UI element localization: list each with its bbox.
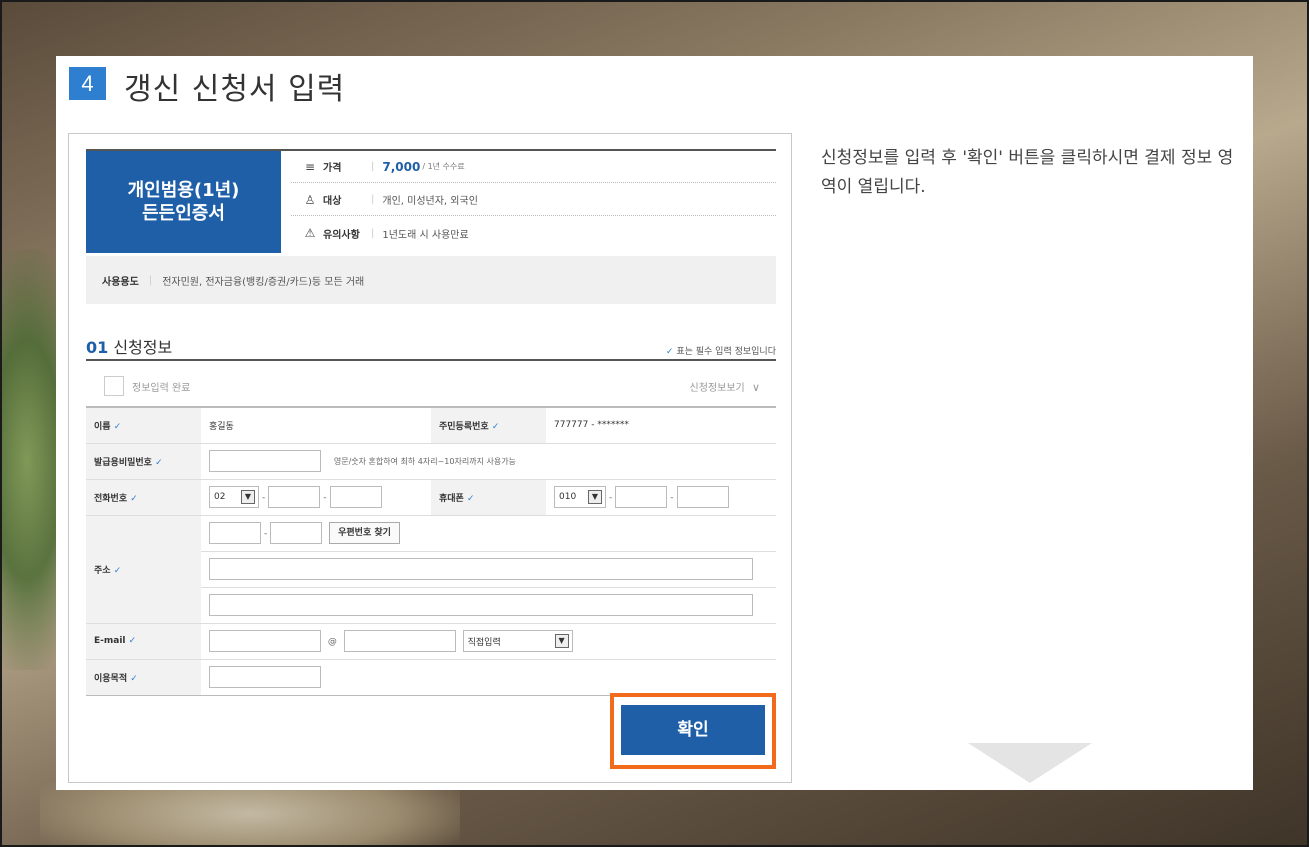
notice-value: 1년도래 시 사용만료: [382, 229, 469, 241]
info-complete-row: 정보입력 완료 신청정보보기 ∨: [86, 368, 776, 404]
product-name-box: 개인범용(1년) 든든인증서: [86, 151, 281, 253]
mobile-middle-input[interactable]: [615, 486, 668, 508]
down-arrow-icon: [968, 743, 1092, 783]
check-icon: ✓: [130, 673, 138, 684]
chevron-down-icon: ∨: [751, 380, 760, 394]
email-domain-select[interactable]: 직접입력 ▼: [462, 630, 573, 652]
chevron-down-icon: ▼: [241, 490, 255, 504]
phone-label: 전화번호: [94, 493, 128, 504]
table-row: E-mail ✓ @ 직접입력 ▼: [86, 622, 776, 659]
table-row: 주소 ✓ - 우편번호 찾기: [86, 514, 776, 623]
person-icon: ♙: [304, 192, 316, 207]
zip-first-input[interactable]: [209, 522, 261, 544]
usage-bar: 사용용도 | 전자민원, 전자금융(뱅킹/증권/카드)등 모든 거래: [86, 256, 776, 304]
check-icon: ✓: [130, 493, 138, 504]
check-icon: ✓: [128, 636, 137, 646]
product-name-line1: 개인범용(1년): [127, 180, 240, 201]
mobile-last-input[interactable]: [676, 486, 729, 508]
address-line2-input[interactable]: [209, 594, 753, 616]
target-row: ♙ 대상 | 개인, 미성년자, 외국인: [291, 184, 776, 216]
password-input[interactable]: [209, 450, 321, 472]
target-label: 대상: [323, 196, 342, 207]
address-line1-input[interactable]: [209, 558, 753, 580]
view-info-toggle[interactable]: 신청정보보기 ∨: [690, 379, 760, 394]
price-icon: ≡: [304, 159, 316, 174]
check-icon: ✓: [155, 457, 163, 468]
name-value: 홍길동: [201, 406, 431, 443]
step-number-badge: 4: [69, 67, 106, 100]
confirm-button[interactable]: 확인: [621, 705, 765, 755]
product-info: 개인범용(1년) 든든인증서 ≡ 가격 | 7,000 / 1년 수수료 ♙ 대…: [86, 149, 776, 253]
target-value: 개인, 미성년자, 외국인: [382, 196, 478, 207]
required-note: ✓ 표는 필수 입력 정보입니다: [665, 347, 776, 357]
info-complete-label: 정보입력 완료: [132, 382, 191, 394]
section-divider: [86, 359, 776, 361]
purpose-input[interactable]: [209, 666, 321, 688]
rrn-value: 777777 - *******: [546, 406, 776, 443]
table-row: 이용목적 ✓: [86, 658, 776, 696]
check-icon: ✓: [665, 347, 674, 357]
price-label: 가격: [323, 163, 342, 174]
purpose-label: 이용목적: [94, 673, 128, 684]
zip-search-button[interactable]: 우편번호 찾기: [329, 522, 400, 544]
usage-value: 전자민원, 전자금융(뱅킹/증권/카드)등 모든 거래: [162, 276, 365, 288]
section-title-text: 신청정보: [113, 338, 173, 357]
table-row: 전화번호 ✓ 02 ▼ - - 휴대폰 ✓ 010 ▼ - -: [86, 478, 776, 515]
password-help: 영문/숫자 혼합하여 최하 4자리~10자리까지 사용가능: [333, 456, 516, 466]
check-icon: ✓: [113, 421, 122, 432]
section-number: 01: [86, 338, 109, 357]
mobile-label: 휴대폰: [439, 493, 464, 504]
table-row: 이름 ✓ 홍길동 주민등록번호 ✓ 777777 - *******: [86, 406, 776, 443]
guide-panel: 4 갱신 신청서 입력 개인범용(1년) 든든인증서 ≡ 가격 | 7,000 …: [56, 56, 1253, 790]
notice-label: 유의사항: [323, 229, 360, 241]
notice-row: ⚠ 유의사항 | 1년도래 시 사용만료: [304, 226, 469, 241]
table-row: 발급용비밀번호 ✓ 영문/숫자 혼합하여 최하 4자리~10자리까지 사용가능: [86, 442, 776, 479]
product-name-line2: 든든인증서: [142, 203, 225, 224]
phone-middle-input[interactable]: [268, 486, 321, 508]
phone-area-select[interactable]: 02 ▼: [209, 486, 259, 508]
chevron-down-icon: ▼: [554, 634, 569, 648]
email-id-input[interactable]: [209, 630, 321, 652]
step-description: 신청정보를 입력 후 '확인' 버튼을 클릭하시면 결제 정보 영역이 열립니다…: [821, 148, 1234, 197]
email-label: E-mail: [94, 636, 126, 646]
check-icon: ✓: [113, 565, 122, 576]
usage-label: 사용용도: [102, 276, 139, 288]
section-title: 01 신청정보: [86, 334, 172, 358]
screenshot-frame: 개인범용(1년) 든든인증서 ≡ 가격 | 7,000 / 1년 수수료 ♙ 대…: [68, 133, 792, 783]
email-domain-input[interactable]: [343, 630, 456, 652]
email-at: @: [327, 636, 337, 647]
application-form: 이름 ✓ 홍길동 주민등록번호 ✓ 777777 - ******* 발급용비밀…: [86, 406, 776, 696]
mobile-prefix-select[interactable]: 010 ▼: [554, 486, 606, 508]
address-label: 주소: [94, 565, 111, 576]
price-value: 7,000: [382, 159, 421, 174]
price-unit: / 1년 수수료: [422, 162, 465, 171]
price-row: ≡ 가격 | 7,000 / 1년 수수료: [291, 151, 776, 183]
rrn-label: 주민등록번호: [439, 421, 489, 432]
phone-last-input[interactable]: [329, 486, 382, 508]
password-label: 발급용비밀번호: [94, 457, 152, 468]
warning-icon: ⚠: [304, 226, 316, 240]
info-complete-checkbox[interactable]: [104, 376, 124, 396]
chevron-down-icon: ▼: [588, 490, 602, 504]
check-icon: ✓: [491, 421, 500, 432]
step-title: 갱신 신청서 입력: [124, 72, 346, 107]
name-label: 이름: [94, 421, 111, 432]
zip-second-input[interactable]: [270, 522, 323, 544]
check-icon: ✓: [466, 493, 475, 504]
